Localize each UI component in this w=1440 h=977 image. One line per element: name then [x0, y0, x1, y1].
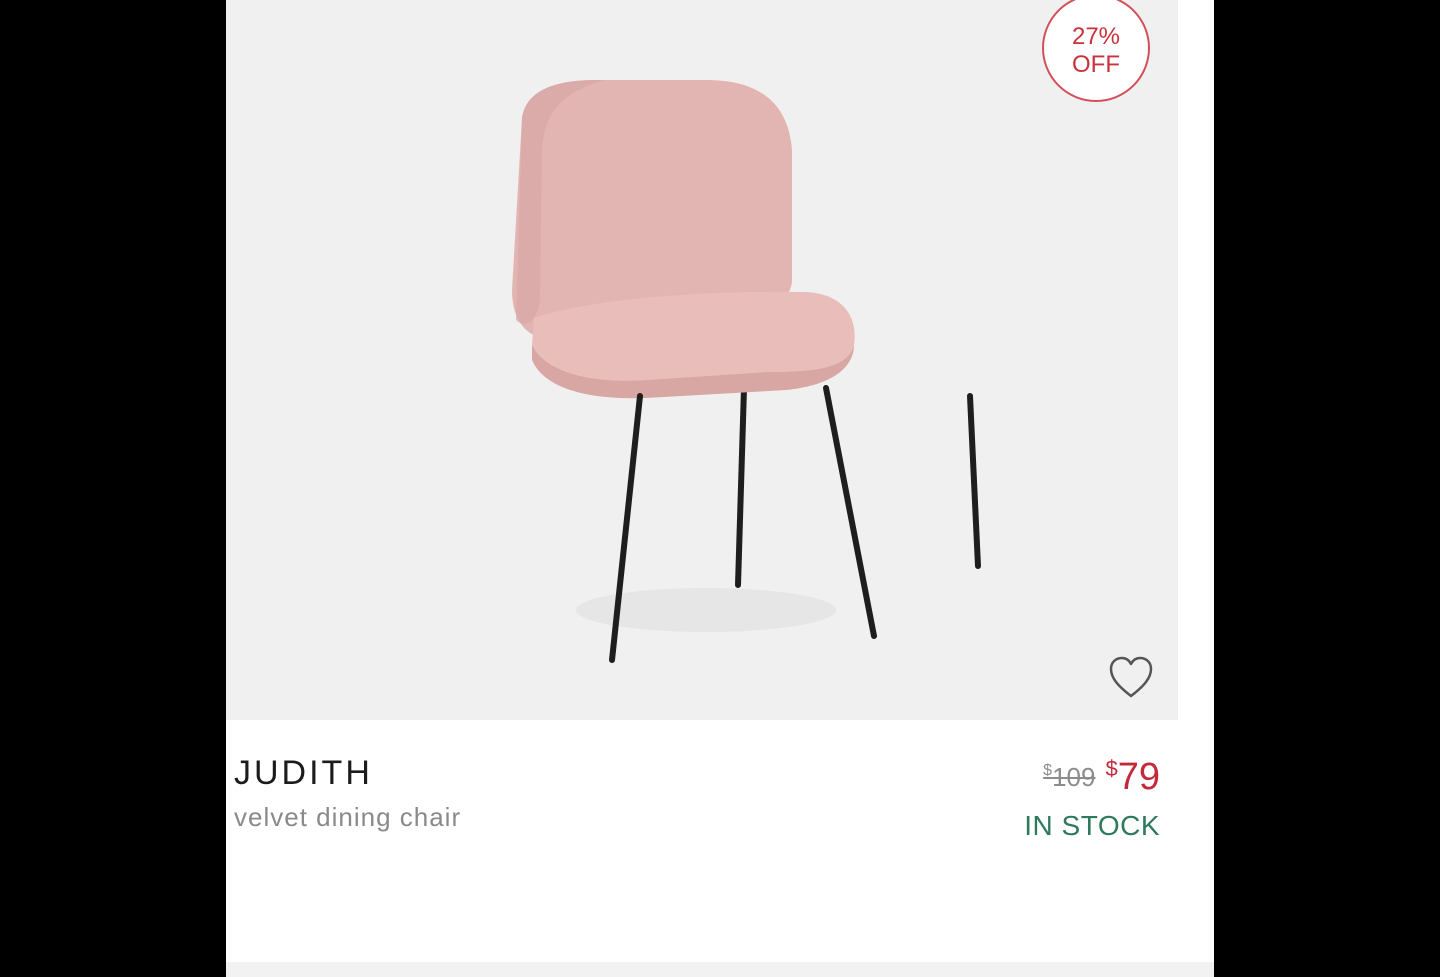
- sale-price-currency: $: [1105, 756, 1118, 781]
- sale-price-value: 79: [1117, 756, 1160, 798]
- sale-price: $79: [1105, 756, 1160, 799]
- heart-icon: [1109, 656, 1153, 698]
- product-name[interactable]: JUDITH: [234, 754, 373, 793]
- price-row: $109 $79: [1043, 756, 1160, 799]
- discount-percent: 27%: [1071, 23, 1121, 50]
- stock-status: IN STOCK: [1024, 810, 1160, 841]
- product-image[interactable]: [226, 0, 1178, 720]
- next-card-edge: [226, 962, 1214, 977]
- original-price-value: 109: [1052, 762, 1096, 792]
- original-price-currency: $: [1043, 762, 1053, 779]
- chair-image: [512, 80, 981, 663]
- page: 27% OFF JUDITH velvet dining chair $109 …: [0, 0, 1440, 977]
- wishlist-button[interactable]: [1108, 656, 1154, 700]
- discount-off-label: OFF: [1072, 51, 1120, 78]
- original-price: $109: [1043, 762, 1095, 793]
- product-description: velvet dining chair: [234, 802, 462, 832]
- product-card[interactable]: 27% OFF JUDITH velvet dining chair $109 …: [226, 0, 1214, 977]
